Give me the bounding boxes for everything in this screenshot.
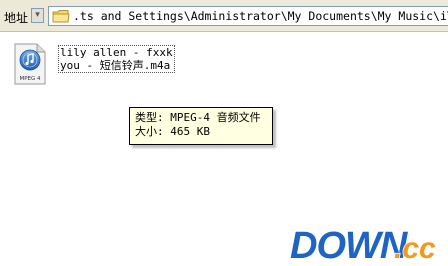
file-name-label[interactable]: lily allen - fxxk you - 短信铃声.m4a [58, 45, 175, 73]
tooltip-type: 类型: MPEG-4 音频文件 [135, 111, 261, 124]
address-input[interactable]: .ts and Settings\Administrator\My Docume… [48, 6, 448, 26]
file-name-line-2: you - 短信铃声.m4a [60, 59, 171, 72]
down-cc-watermark-logo: DOWN .cc [289, 224, 437, 266]
address-bar: 地址 ▾ .ts and Settings\Administrator\My D… [0, 0, 448, 32]
file-icon-caption: MPEG 4 [19, 76, 41, 82]
mpeg4-audio-file-icon[interactable]: MPEG 4 [12, 43, 48, 85]
tooltip-size: 大小: 465 KB [135, 125, 210, 138]
watermark-suffix-text: .cc [394, 232, 436, 265]
file-list-area[interactable]: MPEG 4 lily allen - fxxk you - 短信铃声.m4a … [0, 32, 448, 266]
file-info-tooltip: 类型: MPEG-4 音频文件 大小: 465 KB [129, 107, 273, 145]
address-dropdown-button[interactable]: ▾ [31, 8, 44, 23]
folder-icon [52, 10, 70, 23]
watermark-main-text: DOWN [290, 225, 409, 266]
address-label: 地址 [4, 11, 29, 25]
file-name-line-1: lily allen - fxxk [60, 46, 173, 59]
address-path: .ts and Settings\Administrator\My Docume… [73, 9, 448, 23]
